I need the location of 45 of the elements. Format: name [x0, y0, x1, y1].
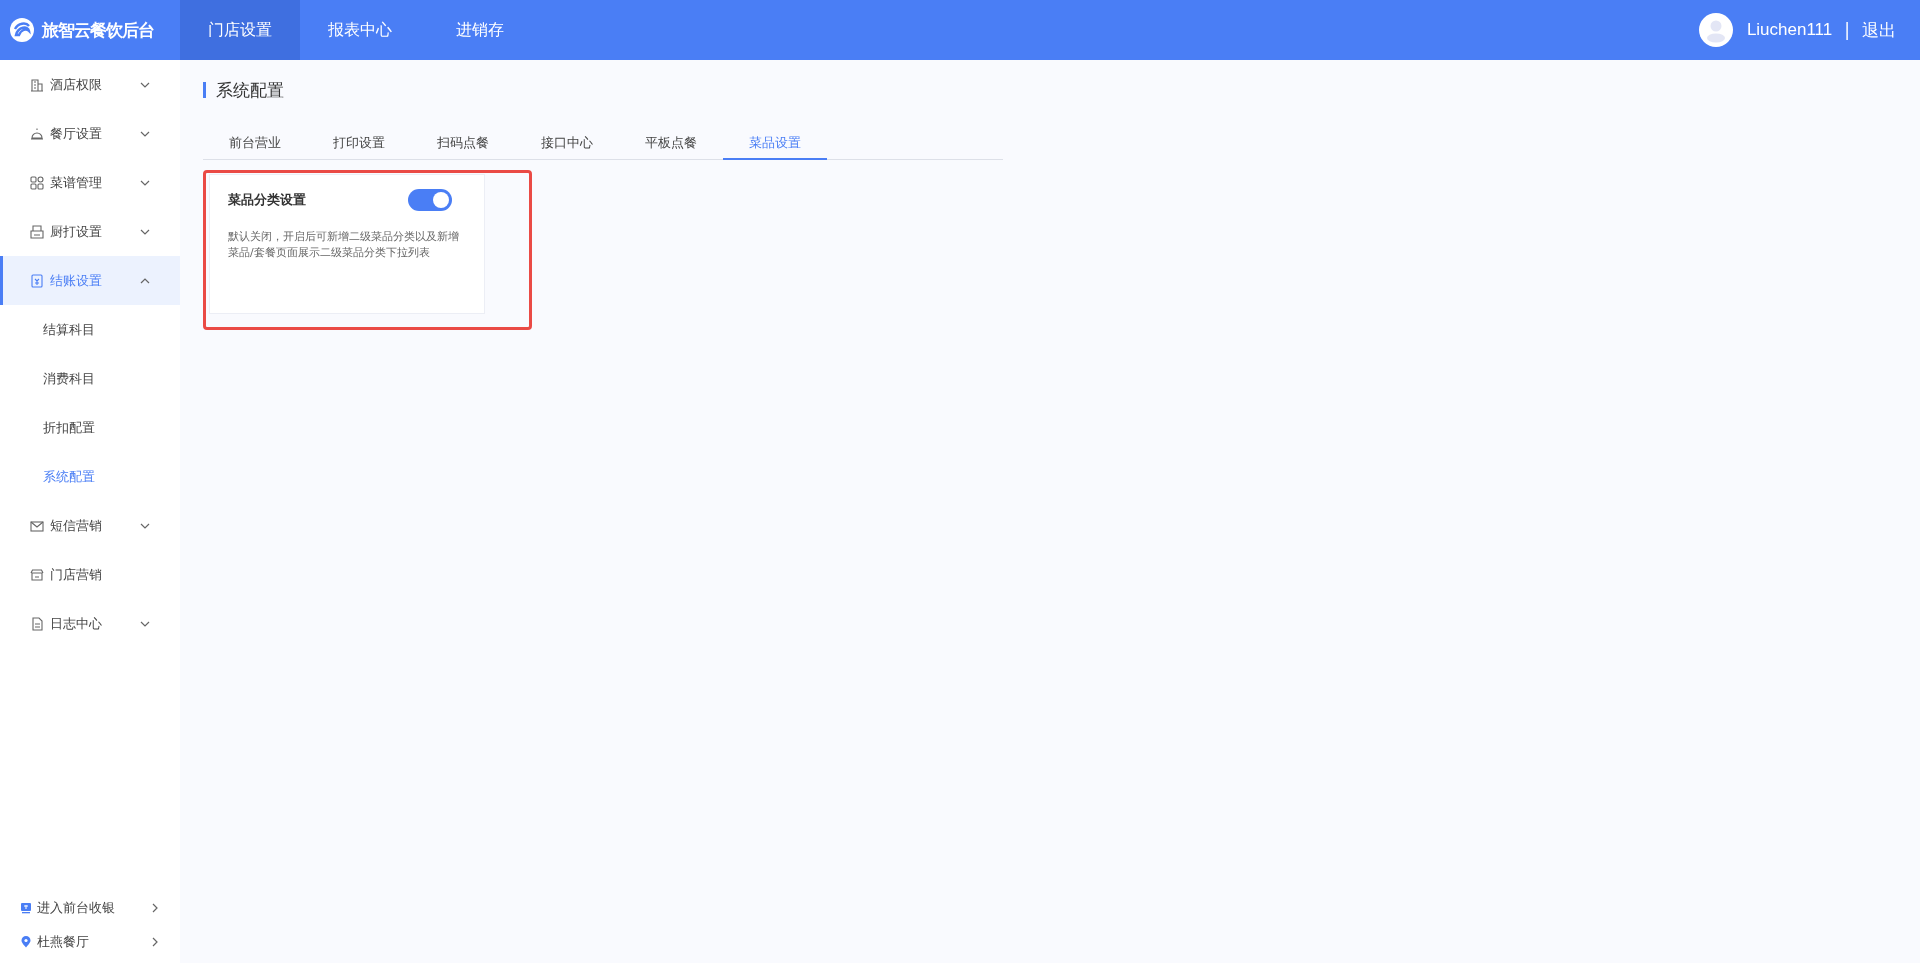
app-title: 旅智云餐饮后台 — [42, 18, 154, 42]
location-pin-icon — [20, 936, 32, 948]
sidebar-item[interactable]: 门店营销 — [0, 550, 180, 599]
sidebar-subitem[interactable]: 结算科目 — [0, 305, 180, 354]
sidebar-item[interactable]: 厨打设置 — [0, 207, 180, 256]
nav-tab[interactable]: 报表中心 — [300, 0, 420, 60]
sidebar-item[interactable]: 日志中心 — [0, 599, 180, 648]
sidebar-subitem[interactable]: 折扣配置 — [0, 403, 180, 452]
chevron-right-icon — [150, 903, 160, 913]
sidebar-item[interactable]: 菜谱管理 — [0, 158, 180, 207]
nav-tab[interactable]: 进销存 — [420, 0, 540, 60]
tab[interactable]: 菜品设置 — [723, 128, 827, 160]
shop-icon — [30, 567, 44, 582]
mail-icon — [30, 518, 44, 533]
logout-link[interactable]: 退出 — [1862, 18, 1896, 42]
sidebar-item[interactable]: 餐厅设置 — [0, 109, 180, 158]
tab[interactable]: 接口中心 — [515, 128, 619, 160]
sidebar-item[interactable]: 短信营销 — [0, 501, 180, 550]
sidebar-subitem[interactable]: 系统配置 — [0, 452, 180, 501]
receipt-icon — [30, 273, 44, 288]
tab[interactable]: 平板点餐 — [619, 128, 723, 160]
tab[interactable]: 打印设置 — [307, 128, 411, 160]
bell-icon — [30, 126, 44, 141]
chevron-right-icon — [150, 937, 160, 947]
setting-description: 默认关闭，开启后可新增二级菜品分类以及新增菜品/套餐页面展示二级菜品分类下拉列表 — [228, 229, 460, 261]
separator: | — [1844, 20, 1850, 40]
logo-icon — [8, 16, 36, 44]
sidebar-link[interactable]: 进入前台收银 — [0, 899, 180, 917]
page-title: 系统配置 — [203, 82, 1920, 98]
grid-icon — [30, 175, 44, 190]
monitor-icon — [20, 902, 32, 914]
document-icon — [30, 616, 44, 631]
sidebar-subitem[interactable]: 消费科目 — [0, 354, 180, 403]
nav-tab[interactable]: 门店设置 — [180, 0, 300, 60]
sidebar-link[interactable]: 杜燕餐厅 — [0, 933, 180, 951]
avatar-icon[interactable] — [1698, 13, 1733, 47]
sidebar-item[interactable]: 结账设置 — [0, 256, 180, 305]
building-icon — [30, 77, 44, 92]
toggle-switch[interactable] — [408, 189, 452, 211]
tab[interactable]: 前台营业 — [203, 128, 307, 160]
user-name[interactable]: Liuchen111 — [1746, 20, 1833, 40]
sidebar-item[interactable]: 酒店权限 — [0, 60, 180, 109]
tab[interactable]: 扫码点餐 — [411, 128, 515, 160]
setting-title: 菜品分类设置 — [228, 191, 306, 209]
printer-icon — [30, 224, 44, 239]
